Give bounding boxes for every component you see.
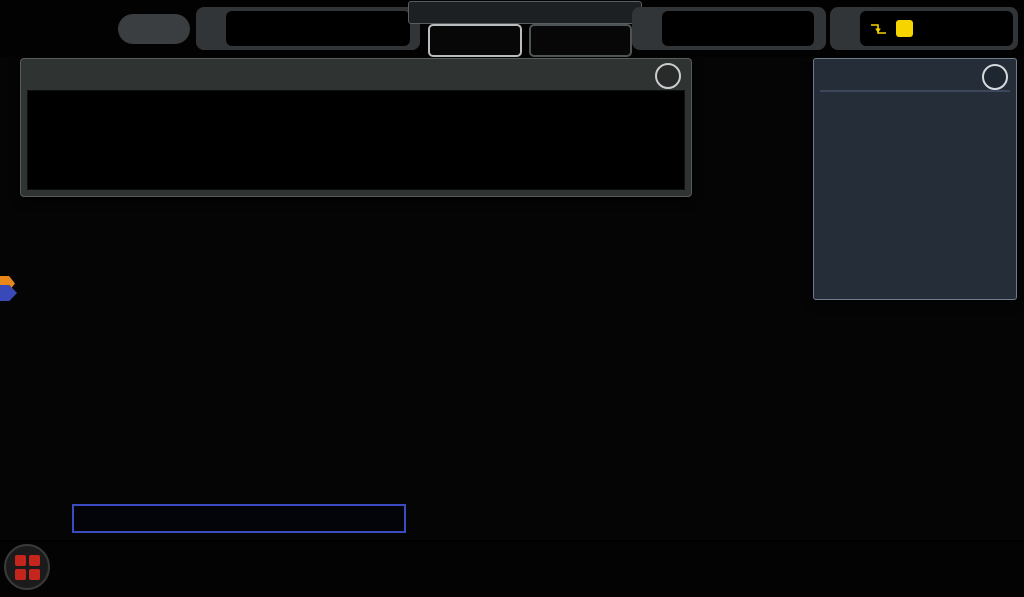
jitter-panel: [20, 58, 692, 197]
menu-button[interactable]: [4, 544, 50, 590]
jitter-table: [27, 90, 685, 190]
graticule-area: [0, 57, 1024, 540]
close-icon[interactable]: [982, 64, 1008, 90]
close-icon[interactable]: [655, 63, 681, 89]
oscilloscope-screen: [0, 0, 1024, 597]
trigger-settings[interactable]: [830, 7, 1018, 50]
delay-settings[interactable]: [632, 7, 826, 50]
menu-icon: [15, 555, 40, 580]
trigger-source-badge: [896, 20, 913, 37]
horizontal-settings[interactable]: [196, 7, 420, 50]
histogram-result-panel: [813, 58, 1017, 300]
bottom-bar: [0, 542, 1024, 597]
trace-3-marker-icon: [0, 285, 17, 301]
measure-button[interactable]: [428, 24, 522, 57]
trend-trace-label: [72, 504, 406, 533]
wave-preview-icon: [409, 2, 639, 21]
stop-run-button[interactable]: [529, 24, 632, 57]
histogram-table: [820, 90, 1010, 92]
run-state-badge: [118, 14, 190, 44]
trigger-slope-icon: [870, 21, 888, 37]
waveform-overview-strip[interactable]: [408, 1, 642, 24]
top-bar: [0, 0, 1024, 57]
trend-trace-marker[interactable]: [0, 276, 20, 306]
